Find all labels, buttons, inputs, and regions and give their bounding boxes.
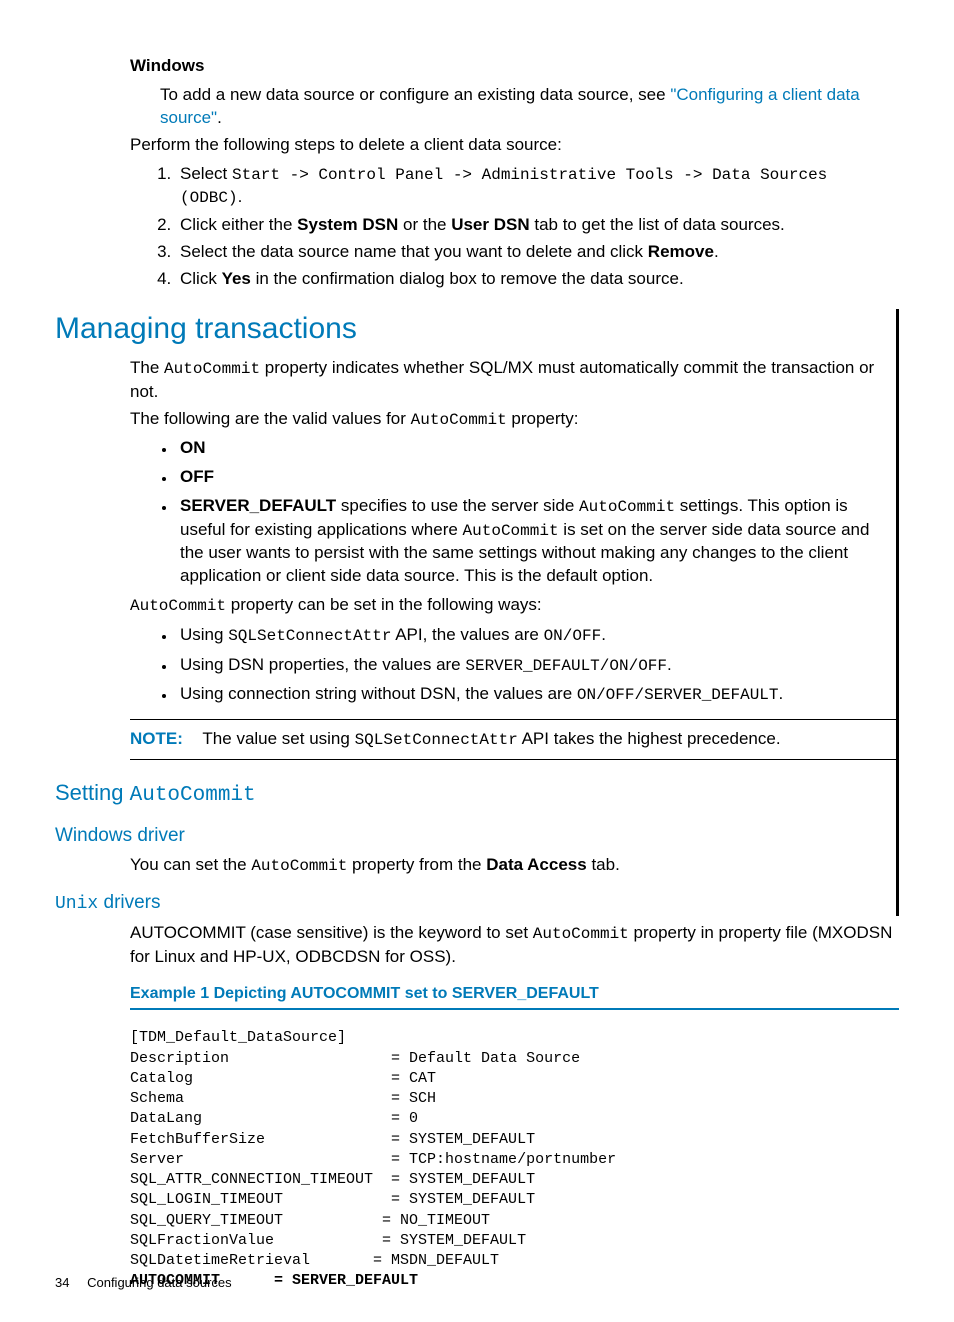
bold-text: User DSN — [451, 215, 529, 234]
bullet-list-values: ON OFF SERVER_DEFAULT specifies to use t… — [130, 437, 896, 588]
bold-text: System DSN — [297, 215, 398, 234]
list-item: Select the data source name that you wan… — [176, 241, 899, 264]
text: tab to get the list of data sources. — [530, 215, 785, 234]
paragraph: The AutoCommit property indicates whethe… — [130, 357, 896, 404]
heading-setting-autocommit: Setting AutoCommit — [55, 778, 896, 810]
heading-windows: Windows — [130, 55, 899, 78]
text: drivers — [98, 892, 160, 913]
text: You can set the — [130, 855, 251, 874]
code-line: FetchBufferSize = SYSTEM_DEFAULT — [130, 1131, 535, 1148]
code: AutoCommit — [164, 360, 260, 378]
code: ON/OFF — [544, 627, 602, 645]
example-title: Example 1 Depicting AUTOCOMMIT set to SE… — [130, 983, 899, 1005]
text: tab. — [587, 855, 620, 874]
list-item: Select Start -> Control Panel -> Adminis… — [176, 163, 899, 210]
text: property from the — [347, 855, 486, 874]
text: Click — [180, 269, 222, 288]
code-line: DataLang = 0 — [130, 1110, 418, 1127]
code: Unix — [55, 894, 98, 914]
bold-text: SERVER_DEFAULT — [180, 496, 336, 515]
text: in the confirmation dialog box to remove… — [251, 269, 684, 288]
paragraph: The following are the valid values for A… — [130, 408, 896, 432]
bold-text: OFF — [180, 467, 214, 486]
text: . — [714, 242, 719, 261]
text: . — [238, 187, 243, 206]
code: AutoCommit — [411, 411, 507, 429]
code-line: Description = Default Data Source — [130, 1050, 580, 1067]
paragraph-windows-add: To add a new data source or configure an… — [160, 84, 899, 130]
text: . — [601, 625, 606, 644]
text: property can be set in the following way… — [226, 595, 542, 614]
page-footer: 34 Configuring data sources — [55, 1274, 232, 1292]
text: API takes the highest precedence. — [518, 729, 781, 748]
text: Click either the — [180, 215, 297, 234]
code-line: SQLDatetimeRetrieval = MSDN_DEFAULT — [130, 1252, 499, 1269]
code-line: Catalog = CAT — [130, 1070, 436, 1087]
list-item: Using DSN properties, the values are SER… — [176, 654, 896, 678]
list-item: Click either the System DSN or the User … — [176, 214, 899, 237]
code: Start -> Control Panel -> Administrative… — [180, 166, 827, 208]
list-item: SERVER_DEFAULT specifies to use the serv… — [176, 495, 896, 588]
bold-text: Yes — [222, 269, 251, 288]
text: Setting — [55, 780, 130, 805]
text: or the — [398, 215, 451, 234]
code: AutoCommit — [579, 498, 675, 516]
code-line: SQL_ATTR_CONNECTION_TIMEOUT = SYSTEM_DEF… — [130, 1171, 535, 1188]
list-item: Using SQLSetConnectAttr API, the values … — [176, 624, 896, 648]
bullet-list-ways: Using SQLSetConnectAttr API, the values … — [130, 624, 896, 707]
code: AutoCommit — [130, 597, 226, 615]
code-line: SQLFractionValue = SYSTEM_DEFAULT — [130, 1232, 526, 1249]
footer-label: Configuring data sources — [87, 1275, 232, 1290]
code-block-example: [TDM_Default_DataSource] Description = D… — [130, 1028, 899, 1291]
text: Select — [180, 164, 232, 183]
divider — [130, 1008, 899, 1010]
bold-text: Remove — [648, 242, 714, 261]
note-label: NOTE: — [130, 728, 198, 751]
code: AutoCommit — [130, 784, 256, 807]
code-line: Schema = SCH — [130, 1090, 436, 1107]
code: SERVER_DEFAULT/ON/OFF — [465, 657, 667, 675]
list-item: Click Yes in the confirmation dialog box… — [176, 268, 899, 291]
code: SQLSetConnectAttr — [355, 731, 518, 749]
list-item: ON — [176, 437, 896, 460]
list-item: Using connection string without DSN, the… — [176, 683, 896, 707]
code-line: [TDM_Default_DataSource] — [130, 1029, 346, 1046]
text: specifies to use the server side — [336, 496, 579, 515]
bold-text: ON — [180, 438, 206, 457]
ordered-list-delete-steps: Select Start -> Control Panel -> Adminis… — [130, 163, 899, 291]
code-line: SQL_QUERY_TIMEOUT = NO_TIMEOUT — [130, 1212, 490, 1229]
paragraph: AUTOCOMMIT (case sensitive) is the keywo… — [130, 922, 899, 969]
paragraph: You can set the AutoCommit property from… — [130, 854, 896, 878]
code-line: Server = TCP:hostname/portnumber — [130, 1151, 616, 1168]
code: SQLSetConnectAttr — [228, 627, 391, 645]
text: AUTOCOMMIT (case sensitive) is the keywo… — [130, 923, 533, 942]
text: . — [217, 108, 222, 127]
heading-windows-driver: Windows driver — [55, 823, 896, 849]
text: API, the values are — [391, 625, 543, 644]
page-number: 34 — [55, 1275, 69, 1290]
list-item: OFF — [176, 466, 896, 489]
paragraph: AutoCommit property can be set in the fo… — [130, 594, 896, 618]
code: AutoCommit — [251, 857, 347, 875]
heading-unix-drivers: Unix drivers — [55, 890, 896, 916]
bold-text: Data Access — [486, 855, 587, 874]
text: The — [130, 358, 164, 377]
code-line: SQL_LOGIN_TIMEOUT = SYSTEM_DEFAULT — [130, 1191, 535, 1208]
text: Select the data source name that you wan… — [180, 242, 648, 261]
text: property: — [507, 409, 579, 428]
note-box: NOTE: The value set using SQLSetConnectA… — [130, 719, 896, 761]
text: . — [667, 655, 672, 674]
text: Using — [180, 625, 228, 644]
text: Using connection string without DSN, the… — [180, 684, 577, 703]
text: . — [779, 684, 784, 703]
text: To add a new data source or configure an… — [160, 85, 670, 104]
text: The following are the valid values for — [130, 409, 411, 428]
paragraph-delete-intro: Perform the following steps to delete a … — [130, 134, 899, 157]
code: AutoCommit — [533, 925, 629, 943]
code: ON/OFF/SERVER_DEFAULT — [577, 686, 779, 704]
code: AutoCommit — [463, 522, 559, 540]
heading-managing-transactions: Managing transactions — [55, 309, 896, 350]
text: The value set using — [202, 729, 354, 748]
text: Using DSN properties, the values are — [180, 655, 465, 674]
